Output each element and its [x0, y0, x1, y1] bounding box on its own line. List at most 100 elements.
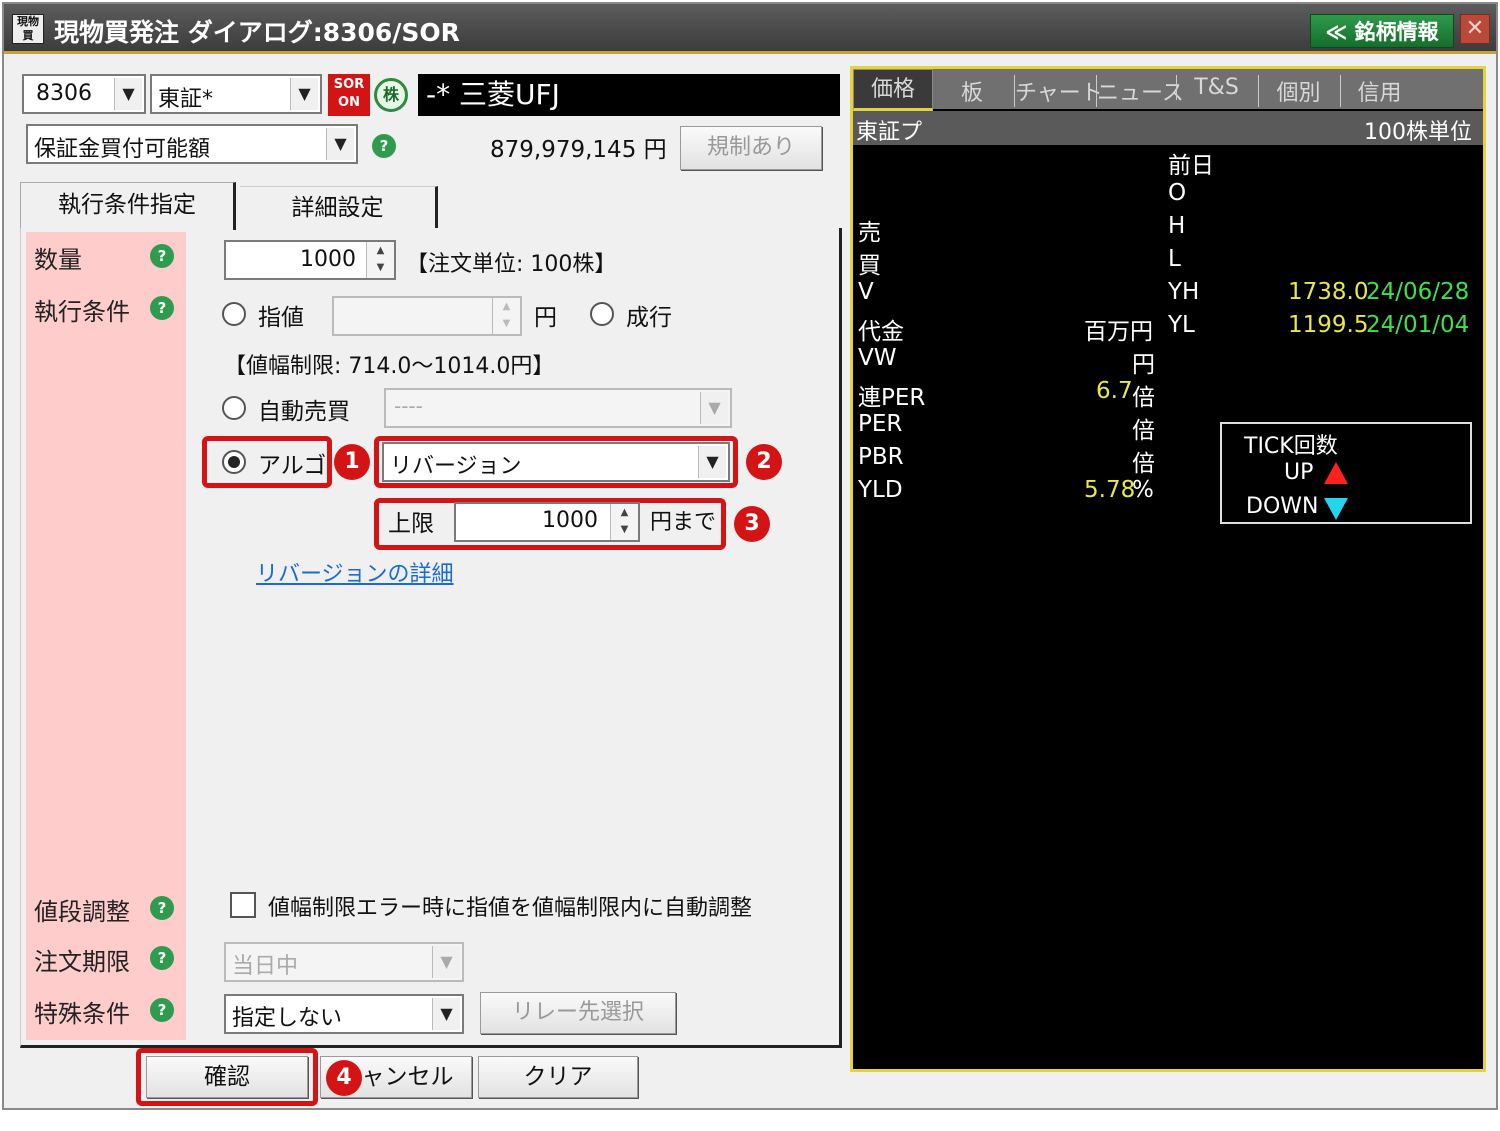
pbr-label: PBR — [858, 444, 904, 470]
low-label: L — [1168, 246, 1181, 272]
algo-type-combo[interactable]: リバージョン ▼ — [382, 442, 730, 482]
vwap-label: VW — [858, 345, 897, 371]
tick-count-title: TICK回数 — [1244, 434, 1338, 459]
year-high-price: 1738.0 — [1288, 279, 1369, 305]
help-icon[interactable]: ? — [372, 134, 396, 158]
tab-ts[interactable]: T&S — [1176, 75, 1256, 100]
upper-limit-unit: 円まで — [650, 510, 717, 535]
quantity-stepper[interactable]: 1000 ▲ ▼ — [224, 240, 396, 280]
special-condition-combo[interactable]: 指定しない ▼ — [224, 994, 464, 1034]
tab-individual[interactable]: 個別 — [1258, 75, 1338, 107]
margin-type-combo[interactable]: 保証金買付可能額 ▼ — [26, 124, 358, 164]
per-unit: 倍 — [1132, 418, 1155, 444]
app-icon: 現物 買 — [12, 14, 44, 44]
price-adjust-checkbox[interactable] — [230, 892, 256, 918]
year-high-date: 24/06/28 — [1366, 279, 1470, 305]
quote-unit: 100株単位 — [1364, 120, 1472, 145]
tab-price[interactable]: 価格 — [853, 69, 933, 111]
stock-info-button[interactable]: ≪ 銘柄情報 — [1310, 14, 1454, 48]
close-icon[interactable]: ✕ — [1460, 14, 1490, 44]
sor-on-badge[interactable]: SOR ON — [328, 74, 370, 116]
tick-up-label: UP — [1284, 460, 1314, 485]
help-icon[interactable]: ? — [150, 946, 174, 970]
regulation-button[interactable]: 規制あり — [680, 126, 822, 170]
margin-type-value: 保証金買付可能額 — [34, 137, 211, 162]
pbr-unit: 倍 — [1132, 451, 1155, 477]
tab-detail-settings[interactable]: 詳細設定 — [240, 186, 438, 228]
year-low-price: 1199.5 — [1288, 312, 1369, 338]
help-icon[interactable]: ? — [150, 244, 174, 268]
limit-price-stepper[interactable]: ▲ ▼ — [332, 296, 522, 336]
relay-select-button[interactable]: リレー先選択 — [480, 992, 676, 1034]
expiry-label: 注文期限 — [34, 948, 130, 976]
window-title: 現物買発注 ダイアログ:8306/SOR — [54, 18, 460, 47]
market-order-label: 成行 — [626, 305, 672, 331]
down-arrow-icon — [1324, 498, 1348, 520]
auto-trade-radio[interactable] — [222, 396, 246, 420]
stock-name: -* 三菱UFJ — [418, 74, 840, 116]
tab-board[interactable]: 板 — [942, 75, 1002, 107]
volume-label: V — [858, 279, 874, 305]
help-icon[interactable]: ? — [150, 896, 174, 920]
buy-label: 買 — [858, 253, 881, 279]
stock-code-combo[interactable]: 8306 ▼ — [22, 74, 146, 114]
limit-unit: 円 — [534, 305, 557, 331]
price-range-note: 【値幅制限: 714.0〜1014.0円】 — [224, 354, 555, 379]
stock-code-value: 8306 — [36, 81, 92, 106]
tab-credit[interactable]: 信用 — [1340, 75, 1418, 107]
tab-exec-conditions[interactable]: 執行条件指定 — [20, 182, 236, 230]
auto-trade-label: 自動売買 — [258, 399, 350, 425]
limit-label: 指値 — [258, 305, 304, 331]
chevron-down-icon[interactable]: ▼ — [326, 128, 354, 160]
year-low-date: 24/01/04 — [1366, 312, 1470, 338]
order-unit-note: 【注文単位: 100株】 — [406, 252, 617, 277]
auto-trade-combo[interactable]: ---- ▼ — [384, 388, 732, 428]
clear-button[interactable]: クリア — [478, 1056, 638, 1098]
confirm-button[interactable]: 確認 — [146, 1056, 308, 1098]
order-dialog-window: 現物 買 現物買発注 ダイアログ:8306/SOR ≪ 銘柄情報 ✕ 8306 … — [2, 2, 1498, 1110]
limit-radio[interactable] — [222, 302, 246, 326]
consolidated-per-label: 連PER — [858, 385, 926, 411]
special-condition-label: 特殊条件 — [34, 1000, 130, 1028]
tab-news[interactable]: ニュース — [1096, 75, 1184, 107]
reversion-detail-link[interactable]: リバージョンの詳細 — [256, 556, 454, 588]
price-adjust-label: 値段調整 — [34, 898, 130, 926]
per-label: PER — [858, 411, 903, 437]
help-icon[interactable]: ? — [150, 296, 174, 320]
chevron-down-icon[interactable]: ▼ — [432, 946, 460, 978]
chevron-down-icon[interactable]: ▼ — [700, 392, 728, 424]
chevron-down-icon[interactable]: ▼ — [290, 78, 318, 110]
expiry-value: 当日中 — [232, 954, 299, 979]
chevron-down-icon[interactable]: ▼ — [114, 78, 142, 110]
market-combo[interactable]: 東証* ▼ — [150, 74, 322, 114]
annotation-badge-3: 3 — [734, 506, 770, 542]
market-value: 東証* — [158, 87, 214, 112]
algo-type-value: リバージョン — [390, 454, 522, 479]
algo-radio[interactable] — [222, 450, 246, 474]
exec-condition-label: 執行条件 — [34, 298, 130, 326]
prev-day-label: 前日 — [1168, 153, 1214, 179]
help-icon[interactable]: ? — [150, 998, 174, 1022]
tab-chart[interactable]: チャート — [1014, 75, 1103, 107]
spin-icon[interactable]: ▲ ▼ — [492, 298, 520, 334]
year-low-label: YL — [1168, 312, 1195, 338]
chevron-down-icon[interactable]: ▼ — [432, 998, 460, 1030]
yield-value: 5.78 — [1084, 477, 1136, 503]
open-label: O — [1168, 180, 1187, 206]
chevron-down-icon[interactable]: ▼ — [698, 446, 726, 478]
kabu-icon[interactable]: 株 — [374, 78, 408, 112]
spin-icon[interactable]: ▲ ▼ — [610, 504, 638, 540]
year-high-label: YH — [1168, 279, 1200, 305]
price-adjust-checkbox-label: 値幅制限エラー時に指値を値幅制限内に自動調整 — [268, 896, 753, 921]
sell-label: 売 — [858, 220, 881, 246]
vwap-unit: 円 — [1132, 352, 1155, 378]
quantity-label: 数量 — [34, 246, 82, 274]
auto-trade-value: ---- — [394, 394, 423, 418]
title-bar[interactable]: 現物 買 現物買発注 ダイアログ:8306/SOR ≪ 銘柄情報 ✕ — [4, 4, 1496, 54]
consolidated-per-value: 6.7 — [1096, 378, 1133, 404]
upper-limit-stepper[interactable]: 1000 ▲ ▼ — [454, 502, 640, 542]
spin-icon[interactable]: ▲ ▼ — [366, 242, 394, 278]
quote-market: 東証プ — [856, 120, 923, 145]
expiry-combo[interactable]: 当日中 ▼ — [224, 942, 464, 982]
market-order-radio[interactable] — [590, 302, 614, 326]
